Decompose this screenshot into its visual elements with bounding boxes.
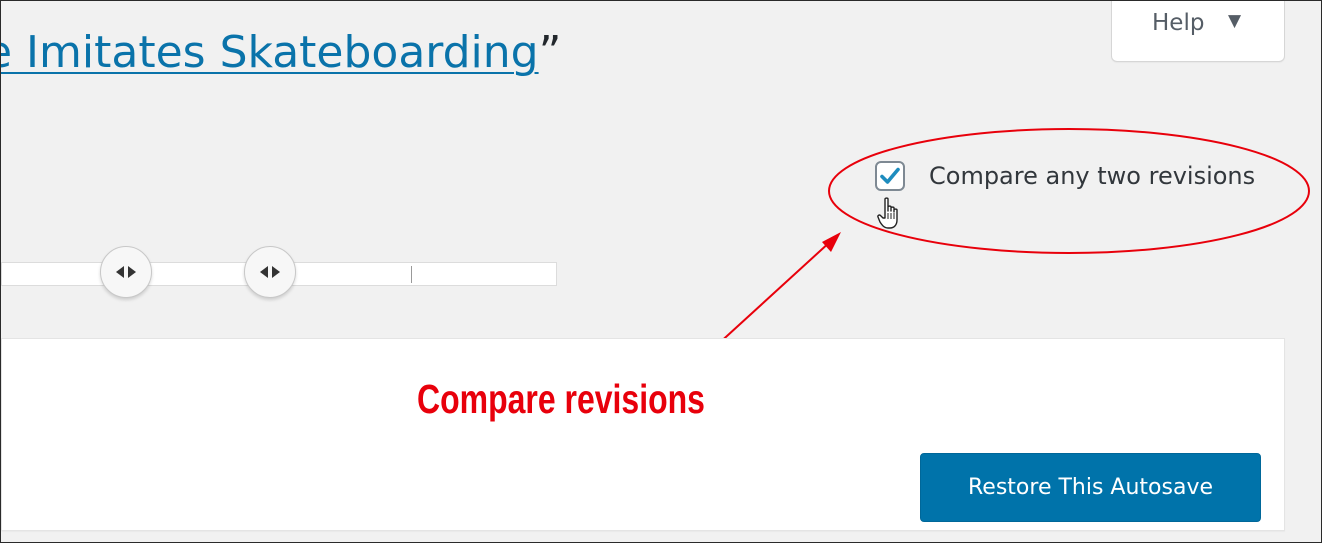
help-label: Help (1152, 10, 1205, 36)
annotation-label: Compare revisions (417, 376, 705, 422)
caret-down-icon: ▼ (1228, 11, 1242, 31)
annotation-ellipse (828, 128, 1310, 254)
slider-tick (411, 266, 412, 283)
restore-autosave-button[interactable]: Restore This Autosave (920, 453, 1261, 522)
arrows-left-right-icon (260, 266, 280, 278)
help-button[interactable]: Help ▼ (1111, 1, 1285, 62)
post-title-link[interactable]: e Imitates Skateboarding (1, 27, 539, 78)
page-title: e Imitates Skateboarding” (1, 31, 561, 75)
slider-handle-to[interactable] (244, 246, 296, 298)
arrows-left-right-icon (116, 266, 136, 278)
revisions-screen: Help ▼ e Imitates Skateboarding” Compare… (0, 0, 1322, 543)
title-close-quote: ” (538, 27, 562, 78)
slider-handle-from[interactable] (100, 246, 152, 298)
